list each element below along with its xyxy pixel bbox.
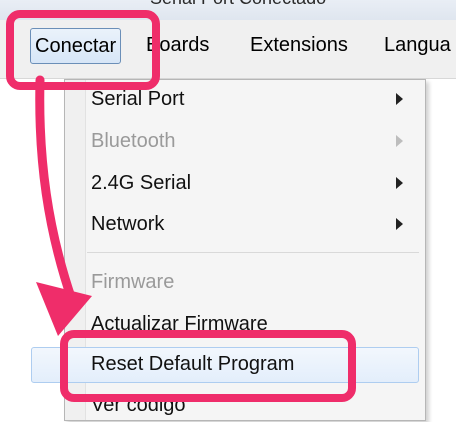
annotation-box-conectar — [6, 10, 160, 90]
arrow-head-icon — [36, 282, 92, 336]
annotation-box-reset-default-program — [60, 330, 356, 402]
